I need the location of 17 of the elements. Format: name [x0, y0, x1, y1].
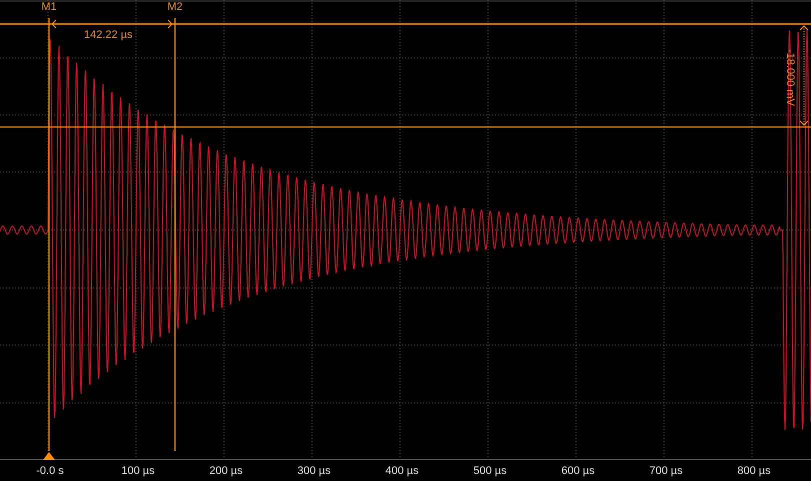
axis-label: 400 µs	[385, 466, 419, 477]
axis-label: 700 µs	[649, 466, 683, 477]
cursor-line[interactable]	[0, 23, 811, 25]
axis-label: 300 µs	[297, 466, 331, 477]
axis-label: 100 µs	[121, 466, 155, 477]
axis-label: 200 µs	[209, 466, 243, 477]
marker-label: M2	[167, 2, 183, 13]
axis-label: 500 µs	[473, 466, 507, 477]
cursor-line[interactable]	[0, 126, 811, 128]
trigger-marker[interactable]	[43, 452, 55, 460]
axis-label: 800 µs	[737, 466, 771, 477]
voltage-delta-label: -18.000 mV	[784, 49, 795, 106]
marker-label: M1	[41, 2, 57, 13]
time-delta-label: 142.22 µs	[84, 30, 133, 41]
cursor-line[interactable]	[174, 18, 176, 451]
axis-label: -0.0 s	[36, 466, 64, 477]
axis-label: 600 µs	[561, 466, 595, 477]
